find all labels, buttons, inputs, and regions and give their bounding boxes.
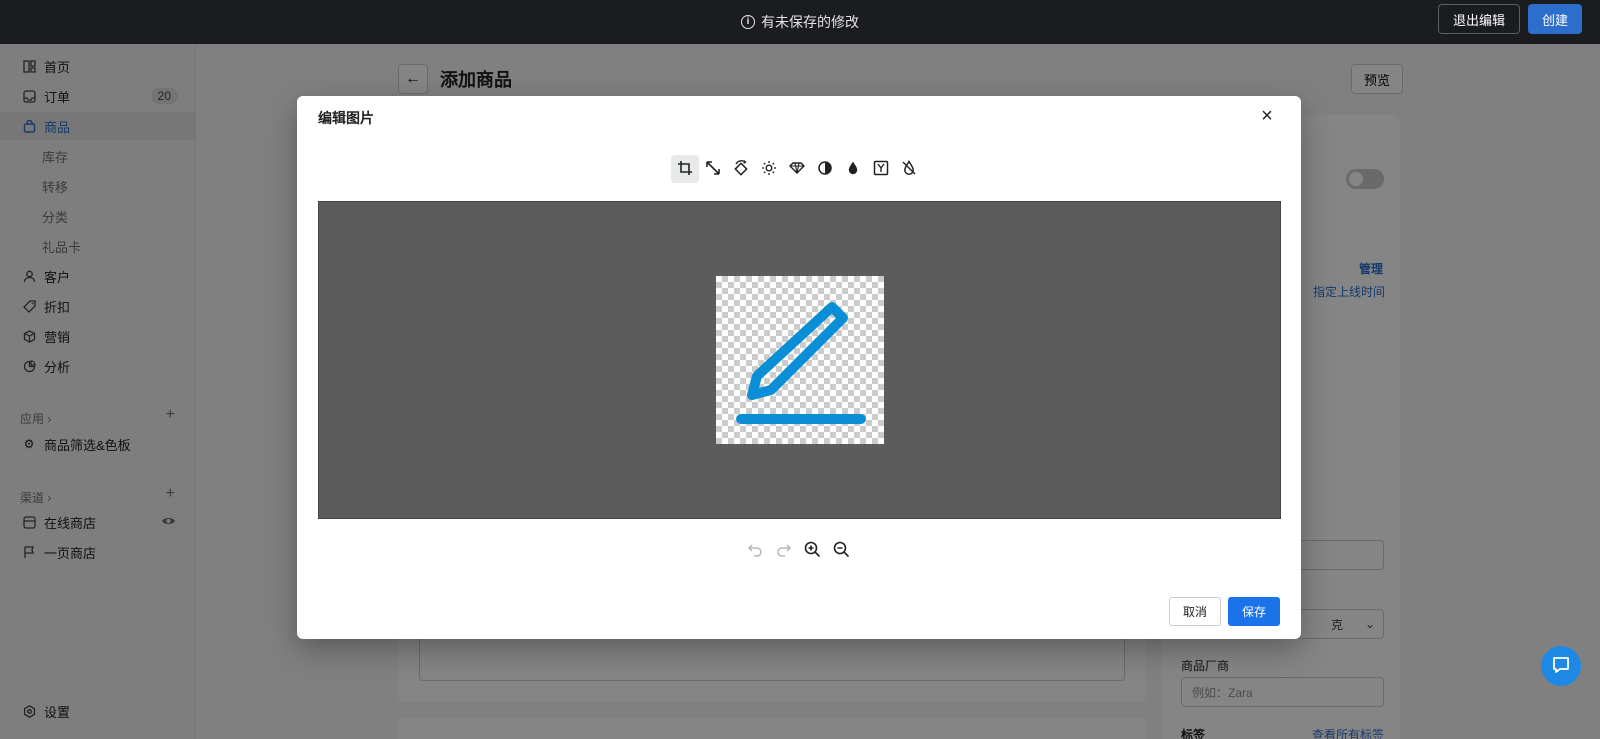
image-canvas[interactable] <box>318 201 1281 519</box>
save-button[interactable]: 保存 <box>1227 597 1280 626</box>
filter-icon <box>873 160 889 179</box>
cancel-button[interactable]: 取消 <box>1168 597 1221 626</box>
drop-icon <box>845 160 861 179</box>
rotate-icon <box>733 159 749 179</box>
rotate-tool-button[interactable] <box>727 155 755 183</box>
undo-button[interactable] <box>742 538 767 563</box>
modal-title: 编辑图片 <box>318 110 374 126</box>
close-icon: × <box>1261 105 1273 127</box>
brightness-tool-button[interactable] <box>755 155 783 183</box>
resize-tool-button[interactable] <box>699 155 727 183</box>
unsaved-text: 有未保存的修改 <box>761 14 859 30</box>
resize-icon <box>705 160 721 179</box>
exit-edit-button[interactable]: 退出编辑 <box>1437 4 1520 34</box>
zoom-in-icon <box>804 541 821 561</box>
filter-tool-button[interactable] <box>867 155 895 183</box>
zoom-in-button[interactable] <box>800 538 825 563</box>
zoom-out-icon <box>833 541 850 561</box>
zoom-out-button[interactable] <box>829 538 854 563</box>
desaturate-tool-button[interactable] <box>895 155 923 183</box>
crop-icon <box>677 160 693 179</box>
chat-icon <box>1551 655 1571 678</box>
diamond-icon <box>789 160 805 179</box>
top-bar: i 有未保存的修改 退出编辑 创建 <box>0 0 1600 44</box>
unsaved-changes-notice: i 有未保存的修改 <box>741 12 859 32</box>
chat-button[interactable] <box>1541 646 1581 686</box>
image-preview[interactable] <box>716 276 884 444</box>
history-zoom-bar <box>742 538 854 563</box>
sharpen-tool-button[interactable] <box>783 155 811 183</box>
info-icon: i <box>741 15 755 29</box>
brightness-icon <box>761 160 777 179</box>
redo-button[interactable] <box>771 538 796 563</box>
contrast-tool-button[interactable] <box>811 155 839 183</box>
redo-icon <box>776 541 792 560</box>
saturation-tool-button[interactable] <box>839 155 867 183</box>
saturation-icon <box>901 159 917 179</box>
edit-image-modal: 编辑图片 × 取消 保存 <box>297 96 1301 639</box>
pencil-icon <box>736 302 866 424</box>
crop-tool-button[interactable] <box>671 155 699 183</box>
undo-icon <box>747 541 763 560</box>
image-tool-bar <box>671 155 923 183</box>
modal-footer: 取消 保存 <box>1168 597 1280 626</box>
close-button[interactable]: × <box>1255 104 1279 128</box>
create-button[interactable]: 创建 <box>1527 4 1582 34</box>
contrast-icon <box>817 160 833 179</box>
